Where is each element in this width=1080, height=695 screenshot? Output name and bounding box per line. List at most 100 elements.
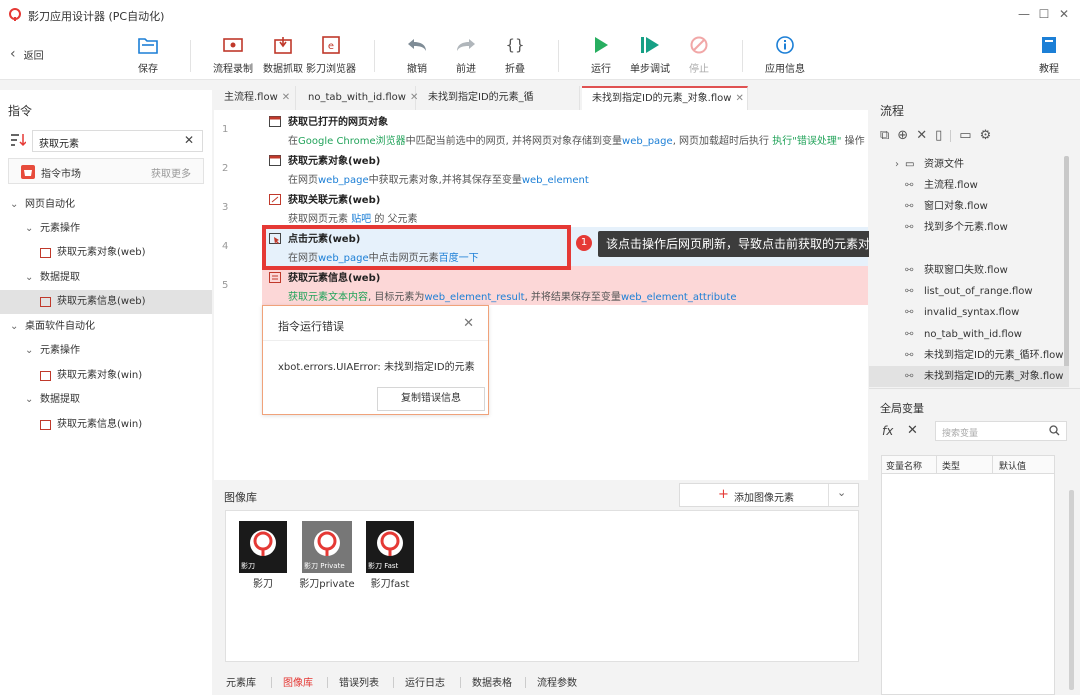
chevron-down-icon[interactable]: ⌄	[837, 486, 846, 499]
command-market-button[interactable]: 指令市场 获取更多	[8, 158, 204, 184]
back-label: 返回	[23, 50, 44, 62]
tab-error-list[interactable]: 错误列表	[339, 674, 379, 689]
rename-icon[interactable]: ▯	[935, 128, 942, 143]
tab-data-table[interactable]: 数据表格	[472, 674, 512, 689]
search-icon	[1049, 425, 1060, 436]
tree-item-get-element-web[interactable]: 获取元素对象(web)	[0, 241, 212, 265]
tab-main-flow[interactable]: 主流程.flow ✕	[214, 86, 296, 110]
copy-error-button[interactable]: 复制错误信息	[377, 387, 485, 411]
tree-group-element-ops[interactable]: ⌄ 元素操作	[0, 217, 212, 241]
minimize-icon[interactable]: —	[1016, 6, 1032, 22]
global-variables-title: 全局变量	[880, 402, 924, 415]
close-tab-icon[interactable]: ✕	[282, 92, 290, 103]
file-not-found-loop[interactable]: ⚯ 未找到指定ID的元素_循环.flow	[869, 345, 1069, 366]
command-panel-title: 指令	[8, 104, 33, 118]
flow-panel: 流程 ⧉ ⊕ ✕ ▯ ▭ ⚙ › ▭ 资源文件 ⚯ 主流程.flow ⚯ 窗口对象.fl…	[869, 90, 1080, 695]
delete-variable-icon[interactable]: ✕	[907, 423, 918, 438]
tree-item-get-element-win[interactable]: 获取元素对象(win)	[0, 364, 212, 388]
desc-variable: web_page	[318, 175, 369, 186]
file-found-multiple[interactable]: ⚯ 找到多个元素.flow	[869, 217, 1069, 238]
settings-flow-icon[interactable]: ⚙	[980, 128, 992, 143]
plus-icon: +	[718, 487, 729, 502]
variable-search-input[interactable]: 搜索变量	[935, 421, 1067, 441]
web-page-icon	[269, 116, 281, 127]
fold-button[interactable]: {} 折叠	[489, 34, 541, 75]
image-label: 影刀private	[299, 579, 355, 590]
tab-not-found-loop[interactable]: 未找到指定ID的元素_循环.flow✕	[418, 86, 580, 127]
folder-icon[interactable]: ▭	[959, 128, 971, 143]
stop-button[interactable]: 停止	[673, 34, 725, 75]
tree-group-web-automation[interactable]: ⌄ 网页自动化	[0, 193, 212, 217]
file-window-object[interactable]: ⚯ 窗口对象.flow	[869, 196, 1069, 217]
clear-search-icon[interactable]: ✕	[184, 133, 194, 147]
redo-button[interactable]: 前进	[440, 34, 492, 75]
variables-scrollbar[interactable]	[1069, 490, 1074, 690]
app-info-label: 应用信息	[765, 64, 805, 75]
column-header-name: 变量名称	[886, 462, 923, 472]
tree-group-data-extract-win[interactable]: ⌄ 数据提取	[0, 388, 212, 412]
get-more-link[interactable]: 获取更多	[151, 165, 191, 180]
tutorial-label: 教程	[1039, 64, 1059, 75]
image-thumb-fast[interactable]: 影刀 Fast	[366, 521, 414, 573]
tree-group-desktop-automation[interactable]: ⌄ 桌面软件自动化	[0, 315, 212, 339]
file-folder-resources[interactable]: › ▭ 资源文件	[869, 154, 1069, 175]
new-flow-icon[interactable]: ⊕	[897, 128, 908, 143]
thumb-caption: 影刀	[241, 562, 255, 570]
file-invalid-syntax[interactable]: ⚯ invalid_syntax.flow	[869, 302, 1069, 323]
maximize-icon[interactable]: ☐	[1036, 6, 1052, 22]
save-button[interactable]: 保存	[122, 34, 174, 75]
layers-icon[interactable]: ⧉	[880, 128, 889, 143]
file-get-window-failed[interactable]: ⚯ 获取窗口失败.flow	[869, 260, 1069, 281]
tab-no-tab-with-id[interactable]: no_tab_with_id.flow ✕	[298, 86, 418, 110]
app-info-button[interactable]: 应用信息	[759, 34, 811, 75]
command-search-input[interactable]: 获取元素 ✕	[32, 130, 203, 152]
delete-icon[interactable]: ✕	[916, 128, 927, 143]
image-thumb-yingdao[interactable]: 影刀	[239, 521, 287, 573]
file-label: list_out_of_range.flow	[924, 286, 1033, 297]
record-button[interactable]: 流程录制	[207, 34, 259, 75]
line-number: 3	[222, 202, 229, 213]
tab-separator	[271, 677, 272, 688]
desc-text: 在网页	[288, 175, 318, 186]
file-not-found-object[interactable]: ⚯ 未找到指定ID的元素_对象.flow	[869, 366, 1069, 387]
file-no-tab-with-id[interactable]: ⚯ no_tab_with_id.flow	[869, 324, 1069, 345]
tab-image-library[interactable]: 图像库	[283, 674, 313, 689]
tab-run-log[interactable]: 运行日志	[405, 674, 445, 689]
tree-group-element-ops-win[interactable]: ⌄ 元素操作	[0, 339, 212, 363]
flow-step-get-element-info-error[interactable]: 获取元素信息(web) 获取元素文本内容, 目标元素为web_element_r…	[262, 266, 868, 305]
flow-file-icon: ⚯	[905, 222, 914, 233]
record-label: 流程录制	[213, 64, 253, 75]
flow-file-icon: ⚯	[905, 307, 914, 318]
image-thumb-private[interactable]: 影刀 Private	[302, 521, 352, 573]
tree-item-get-element-info-web[interactable]: 获取元素信息(web)	[0, 290, 212, 314]
tab-element-library[interactable]: 元素库	[226, 674, 256, 689]
close-tab-icon[interactable]: ✕	[735, 93, 743, 104]
shadowbot-browser-button[interactable]: e 影刀浏览器	[305, 34, 357, 75]
file-list-out-of-range[interactable]: ⚯ list_out_of_range.flow	[869, 281, 1069, 302]
tab-not-found-object[interactable]: 未找到指定ID的元素_对象.flow ✕	[582, 86, 748, 110]
tab-flow-params[interactable]: 流程参数	[537, 674, 577, 689]
run-button[interactable]: 运行	[575, 34, 627, 75]
chevron-right-icon: ›	[895, 159, 899, 170]
variable-search-placeholder: 搜索变量	[942, 429, 979, 439]
flow-step-get-opened-page[interactable]: 获取已打开的网页对象 在Google Chrome浏览器中匹配当前选中的网页, …	[262, 110, 868, 149]
chevron-down-icon: ⌄	[25, 223, 34, 234]
scrape-button[interactable]: 数据抓取	[257, 34, 309, 75]
tree-item-get-element-info-win[interactable]: 获取元素信息(win)	[0, 413, 212, 437]
desc-text: 的 父元素	[371, 214, 418, 225]
flow-step-get-related-element[interactable]: 获取关联元素(web) 获取网页元素 贴吧 的 父元素	[262, 188, 868, 227]
tutorial-button[interactable]: 教程	[1023, 34, 1075, 75]
tree-label: 获取元素信息(win)	[57, 419, 143, 430]
sort-icon[interactable]	[10, 133, 26, 147]
file-main-flow[interactable]: ⚯ 主流程.flow	[869, 175, 1069, 196]
undo-button[interactable]: 撤销	[391, 34, 443, 75]
close-dialog-icon[interactable]: ✕	[463, 316, 474, 331]
flow-step-get-element-web[interactable]: 获取元素对象(web) 在网页web_page中获取元素对象,并将其保存至变量w…	[262, 149, 868, 188]
back-button[interactable]: ‹ 返回	[10, 46, 44, 62]
tree-group-data-extract[interactable]: ⌄ 数据提取	[0, 266, 212, 290]
add-image-element-button[interactable]: + 添加图像元素 ⌄	[679, 483, 859, 507]
undo-label: 撤销	[407, 64, 427, 75]
close-window-icon[interactable]: ✕	[1056, 6, 1072, 22]
step-debug-button[interactable]: 单步调试	[624, 34, 676, 75]
function-icon[interactable]: fx	[882, 424, 893, 438]
